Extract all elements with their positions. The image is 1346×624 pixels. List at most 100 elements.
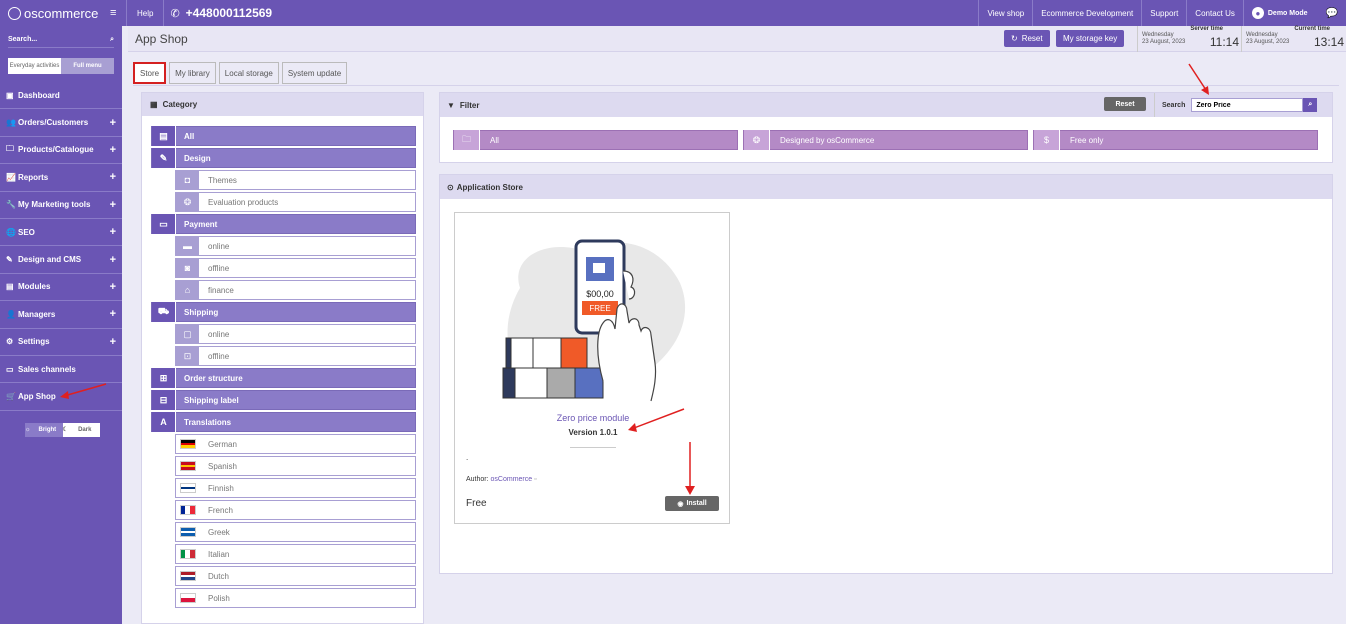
- divider: [163, 0, 165, 26]
- everyday-activities-button[interactable]: Everyday activities: [8, 58, 61, 74]
- author-link[interactable]: osCommerce: [491, 476, 533, 483]
- category-spanish[interactable]: Spanish: [175, 456, 416, 476]
- support-link[interactable]: Support: [1141, 0, 1186, 26]
- expand-icon[interactable]: +: [110, 281, 116, 293]
- expand-icon[interactable]: +: [110, 144, 116, 156]
- sidebar-item-seo[interactable]: 🌐 SEO +: [0, 219, 122, 247]
- sidebar-item-settings[interactable]: ⚙ Settings +: [0, 329, 122, 356]
- brand-name: oscommerce: [24, 5, 99, 21]
- category-design[interactable]: ✎ Design: [151, 148, 416, 168]
- flag-icon: [176, 545, 200, 563]
- category-shipping[interactable]: ⛟ Shipping: [151, 302, 416, 322]
- category-german[interactable]: German: [175, 434, 416, 454]
- sidebar-item-modules[interactable]: ▤ Modules +: [0, 274, 122, 302]
- sidebar-item-reports[interactable]: 📈 Reports +: [0, 164, 122, 192]
- category-themes[interactable]: ◘ Themes: [175, 170, 416, 190]
- chat-icon[interactable]: 💬: [1316, 8, 1346, 19]
- app-price: Free: [466, 498, 487, 509]
- expand-icon[interactable]: +: [110, 308, 116, 320]
- category-order-structure[interactable]: ⊞ Order structure: [151, 368, 416, 388]
- category-french[interactable]: French: [175, 500, 416, 520]
- bright-mode-button[interactable]: ☼ Bright: [25, 422, 63, 437]
- search-icon[interactable]: ⌕: [110, 36, 114, 44]
- sidebar-item-products-catalogue[interactable]: 🗀 Products/Catalogue +: [0, 137, 122, 165]
- card-icon: ▬: [176, 237, 200, 255]
- my-storage-key-button[interactable]: My storage key: [1056, 30, 1125, 47]
- category-evaluation-products[interactable]: ❂ Evaluation products: [175, 192, 416, 212]
- modules-icon: ▤: [6, 282, 14, 292]
- reset-button[interactable]: ↻ Reset: [1004, 30, 1050, 47]
- install-label: Install: [686, 500, 707, 507]
- category-label: French: [208, 505, 233, 515]
- tab-my-library[interactable]: My library: [169, 62, 216, 84]
- dark-mode-button[interactable]: ☾ Dark: [62, 422, 100, 437]
- sidebar-item-label: My Marketing tools: [18, 200, 91, 210]
- search-input[interactable]: [1191, 98, 1304, 112]
- category-translations[interactable]: A Translations: [151, 412, 416, 432]
- filter-reset-button[interactable]: Reset: [1104, 97, 1146, 111]
- sidebar-item-design-and-cms[interactable]: ✎ Design and CMS +: [0, 246, 122, 274]
- category-offline[interactable]: ⊡ offline: [175, 346, 416, 366]
- help-link[interactable]: Help: [127, 9, 163, 18]
- category-polish[interactable]: Polish: [175, 588, 416, 608]
- sidebar-item-orders-customers[interactable]: 👥 Orders/Customers +: [0, 109, 122, 137]
- flag: [179, 505, 196, 515]
- expand-icon[interactable]: +: [110, 117, 116, 129]
- monitor-icon: ▭: [6, 364, 14, 374]
- sidebar-search[interactable]: Search... ⌕: [8, 32, 114, 48]
- themes-icon: ◘: [176, 171, 200, 189]
- category-offline[interactable]: ◙ offline: [175, 258, 416, 278]
- sidebar-item-label: Products/Catalogue: [18, 145, 94, 155]
- app-card[interactable]: $00,00 FREE Zero price module Version 1.…: [454, 212, 730, 524]
- sidebar-item-sales-channels[interactable]: ▭ Sales channels: [0, 356, 122, 384]
- category-online[interactable]: ▢ online: [175, 324, 416, 344]
- filter-all-button[interactable]: 🗀 All: [453, 130, 738, 150]
- category-label: Dutch: [208, 571, 229, 581]
- tab-store[interactable]: Store: [133, 62, 167, 84]
- category-all[interactable]: ▤ All: [151, 126, 416, 146]
- sidebar-item-app-shop[interactable]: 🛒 App Shop: [0, 383, 122, 411]
- category-greek[interactable]: Greek: [175, 522, 416, 542]
- brand-logo[interactable]: oscommerce: [0, 0, 122, 26]
- filter-designed-by-oscommerce-button[interactable]: ❂ Designed by osCommerce: [743, 130, 1028, 150]
- category-payment[interactable]: ▭ Payment: [151, 214, 416, 234]
- expand-icon[interactable]: +: [110, 254, 116, 266]
- category-label: Payment: [184, 219, 218, 229]
- category-finance[interactable]: ⌂ finance: [175, 280, 416, 300]
- category-label: Italian: [208, 549, 230, 559]
- filter-free-only-button[interactable]: $ Free only: [1033, 130, 1318, 150]
- app-name-link[interactable]: Zero price module: [455, 413, 731, 423]
- gear-icon: ⚙: [6, 337, 14, 347]
- install-button[interactable]: ◉ Install: [665, 496, 719, 511]
- full-menu-button[interactable]: Full menu: [61, 58, 114, 74]
- contact-us-link[interactable]: Contact Us: [1186, 0, 1243, 26]
- sidebar-item-managers[interactable]: 👤 Managers +: [0, 301, 122, 329]
- category-shipping-label[interactable]: ⊟ Shipping label: [151, 390, 416, 410]
- view-shop-link[interactable]: View shop: [978, 0, 1032, 26]
- filter-search: Search ⌕: [1154, 93, 1318, 117]
- sidebar-item-dashboard[interactable]: ▣ Dashboard: [0, 82, 122, 110]
- user-avatar-icon: ●: [1251, 7, 1264, 19]
- search-placeholder: Search...: [8, 36, 38, 43]
- tab-system-update[interactable]: System update: [281, 62, 348, 84]
- category-italian[interactable]: Italian: [175, 544, 416, 564]
- flag-icon: [176, 457, 200, 475]
- expand-icon[interactable]: +: [110, 226, 116, 238]
- category-online[interactable]: ▬ online: [175, 236, 416, 256]
- expand-icon[interactable]: +: [110, 171, 116, 183]
- ecommerce-development-link[interactable]: Ecommerce Development: [1032, 0, 1141, 26]
- phone-number[interactable]: +448000112569: [180, 6, 272, 20]
- sidebar-item-my-marketing-tools[interactable]: 🔧 My Marketing tools +: [0, 192, 122, 219]
- category-finnish[interactable]: Finnish: [175, 478, 416, 498]
- tab-local-storage[interactable]: Local storage: [218, 62, 279, 84]
- order-icon: ⊞: [152, 368, 176, 388]
- menu-toggle-icon[interactable]: ≡: [110, 7, 116, 19]
- expand-icon[interactable]: +: [110, 336, 116, 348]
- category-dutch[interactable]: Dutch: [175, 566, 416, 586]
- user-menu[interactable]: ● Demo Mode: [1242, 0, 1316, 26]
- category-label: Shipping: [184, 307, 219, 317]
- search-icon[interactable]: ⌕: [1303, 98, 1318, 112]
- top-bar: oscommerce ≡ Help ✆ +448000112569 View s…: [0, 0, 1346, 26]
- chart-icon: 📈: [6, 172, 16, 182]
- expand-icon[interactable]: +: [110, 199, 116, 211]
